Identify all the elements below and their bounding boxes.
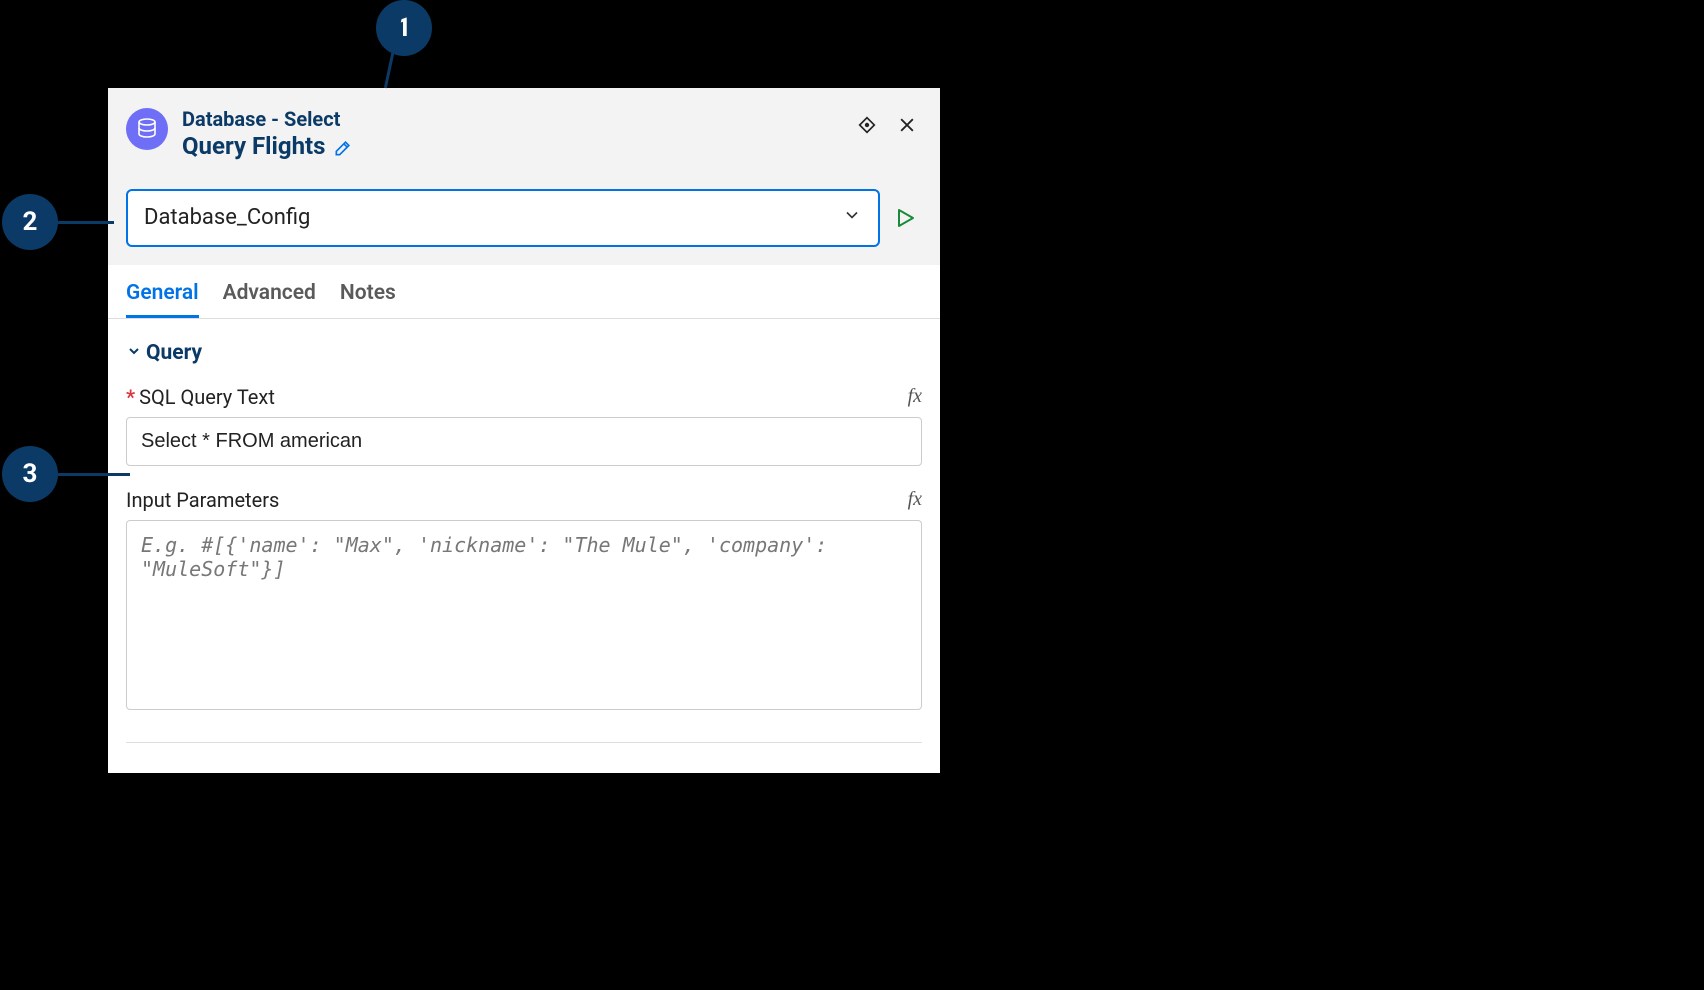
section-query-header[interactable]: Query <box>126 341 922 365</box>
callout-badge-1: 1 <box>376 0 432 56</box>
sql-query-label-row: *SQL Query Text fx <box>126 385 922 409</box>
tabs: General Advanced Notes <box>108 265 940 319</box>
callout-1: 1 <box>376 0 432 56</box>
edit-name-icon[interactable] <box>333 136 353 156</box>
chevron-down-icon <box>126 343 142 363</box>
component-type-label: Database - Select <box>182 106 842 132</box>
properties-panel: Database - Select Query Flights <box>108 88 940 773</box>
field-sql-query: *SQL Query Text fx <box>126 385 922 466</box>
close-icon[interactable] <box>896 114 918 136</box>
panel-body: Query *SQL Query Text fx Input Parameter… <box>108 319 940 773</box>
input-params-textarea[interactable] <box>126 520 922 710</box>
sql-query-input[interactable] <box>126 417 922 466</box>
callout-badge-3: 3 <box>2 446 58 502</box>
panel-header: Database - Select Query Flights <box>108 88 940 265</box>
component-name-row: Query Flights <box>182 132 842 161</box>
callout-2: 2 <box>2 194 114 250</box>
callout-3: 3 <box>2 446 130 502</box>
divider <box>126 742 922 743</box>
input-params-label: Input Parameters <box>126 488 279 512</box>
test-connection-icon[interactable] <box>892 205 918 231</box>
config-row: Database_Config <box>126 189 918 247</box>
config-select[interactable]: Database_Config <box>126 189 880 247</box>
field-input-parameters: Input Parameters fx <box>126 488 922 714</box>
callout-leader-3 <box>58 473 130 476</box>
sql-query-label: *SQL Query Text <box>126 385 275 409</box>
fx-icon[interactable]: fx <box>908 385 922 408</box>
title-block: Database - Select Query Flights <box>182 106 842 161</box>
config-select-value: Database_Config <box>144 205 310 230</box>
chevron-down-icon <box>842 205 862 230</box>
tab-notes[interactable]: Notes <box>340 281 396 318</box>
tab-advanced[interactable]: Advanced <box>223 281 316 318</box>
locate-icon[interactable] <box>856 114 878 136</box>
callout-badge-2: 2 <box>2 194 58 250</box>
tab-general[interactable]: General <box>126 281 199 318</box>
input-params-label-row: Input Parameters fx <box>126 488 922 512</box>
header-top: Database - Select Query Flights <box>126 106 918 161</box>
database-icon <box>126 108 168 150</box>
header-actions <box>856 114 918 136</box>
section-query-title: Query <box>146 341 202 365</box>
component-name: Query Flights <box>182 132 325 161</box>
fx-icon[interactable]: fx <box>908 488 922 511</box>
callout-leader-2 <box>58 221 114 224</box>
